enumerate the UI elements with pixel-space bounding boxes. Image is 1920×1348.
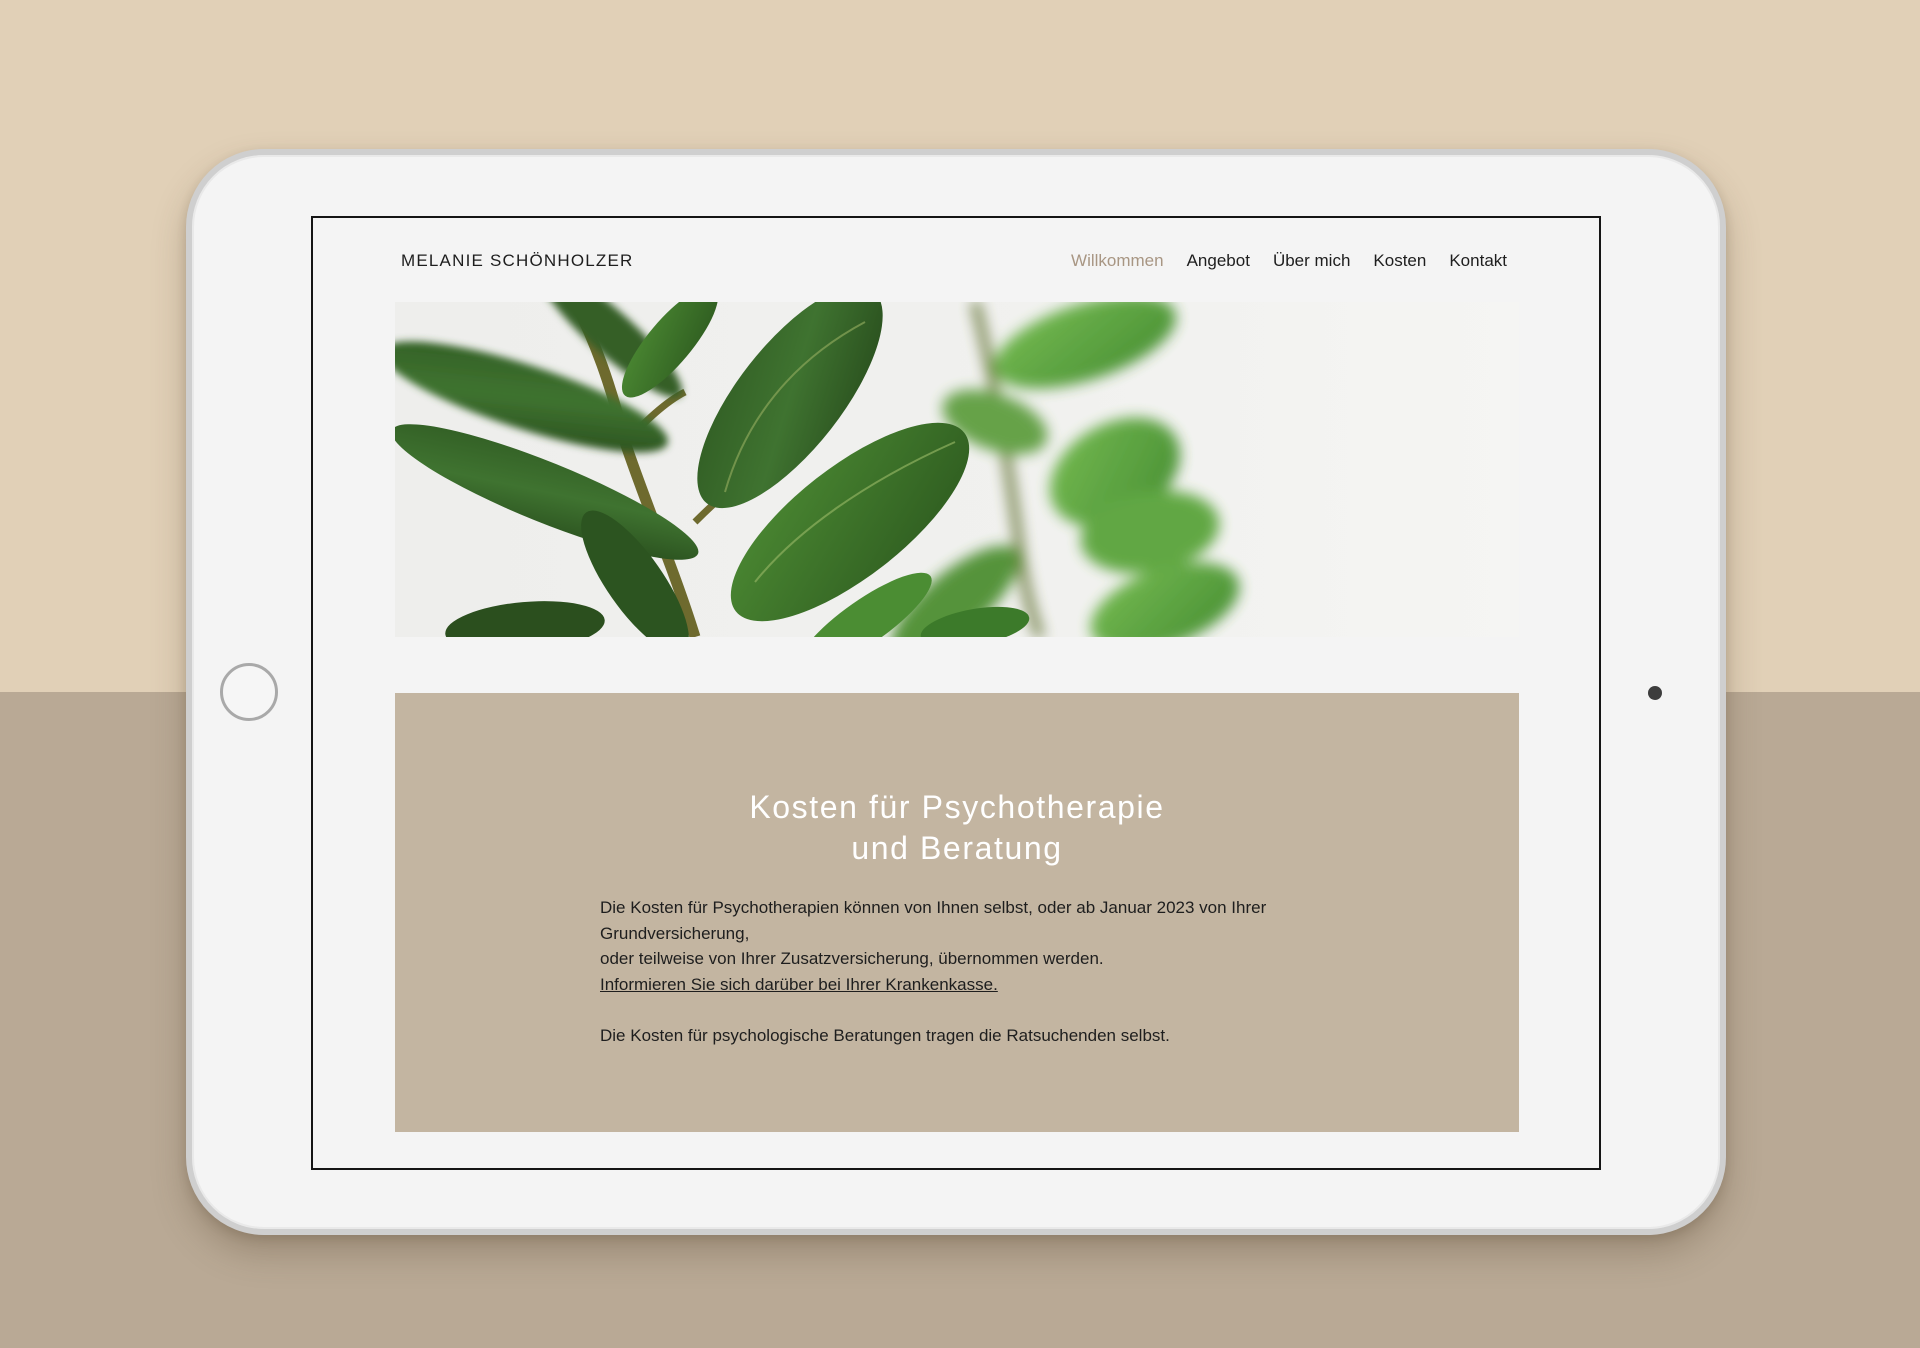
plant-leaves-illustration xyxy=(395,302,1519,637)
main-navigation: Willkommen Angebot Über mich Kosten Kont… xyxy=(1071,251,1507,271)
costs-section: Kosten für Psychotherapie und Beratung D… xyxy=(395,693,1519,1132)
nav-item-kosten[interactable]: Kosten xyxy=(1373,251,1426,271)
tablet-home-button[interactable] xyxy=(220,663,278,721)
nav-item-angebot[interactable]: Angebot xyxy=(1187,251,1250,271)
nav-item-willkommen[interactable]: Willkommen xyxy=(1071,251,1164,271)
nav-item-kontakt[interactable]: Kontakt xyxy=(1449,251,1507,271)
costs-heading-line1: Kosten für Psychotherapie xyxy=(749,789,1165,825)
site-title[interactable]: MELANIE SCHÖNHOLZER xyxy=(401,251,634,271)
insurance-info-link[interactable]: Informieren Sie sich darüber bei Ihrer K… xyxy=(600,975,998,994)
costs-heading-line2: und Beratung xyxy=(851,830,1063,866)
nav-item-ueber-mich[interactable]: Über mich xyxy=(1273,251,1350,271)
hero-plant-image xyxy=(395,302,1519,637)
tablet-screen: MELANIE SCHÖNHOLZER Willkommen Angebot Ü… xyxy=(311,216,1601,1170)
costs-heading: Kosten für Psychotherapie und Beratung xyxy=(395,787,1519,869)
costs-paragraph-2: Die Kosten für psychologische Beratungen… xyxy=(600,1025,1170,1045)
costs-paragraph-1b: oder teilweise von Ihrer Zusatzversicher… xyxy=(600,949,1104,969)
costs-text: Die Kosten für Psychotherapien können vo… xyxy=(600,895,1360,1049)
tablet-camera xyxy=(1648,686,1662,700)
costs-paragraph-1a: Die Kosten für Psychotherapien können vo… xyxy=(600,898,1267,943)
